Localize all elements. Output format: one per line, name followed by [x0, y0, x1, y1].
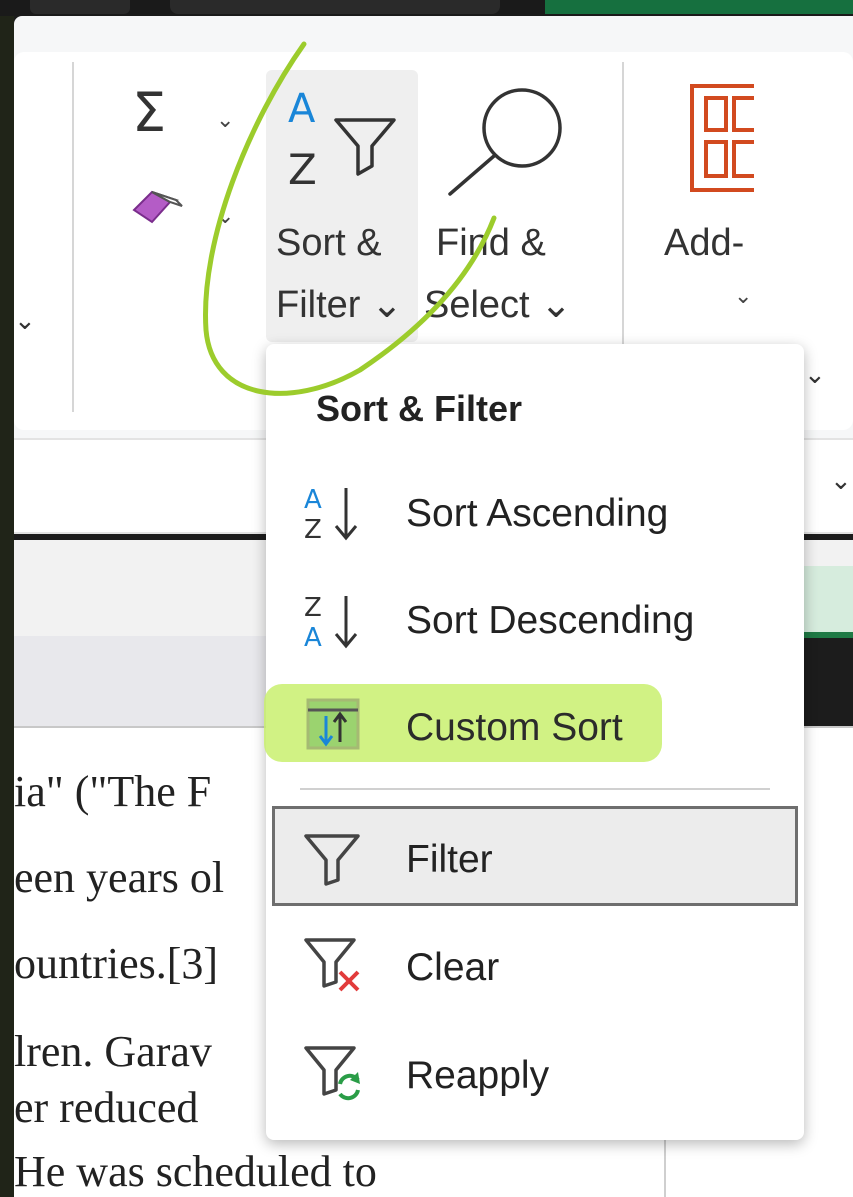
sort-ascending-icon: A Z [304, 485, 358, 544]
svg-text:Z: Z [304, 515, 322, 544]
window-edge [0, 0, 14, 1197]
cell-text: He was scheduled to [14, 1147, 377, 1196]
menu-item-sort-ascending[interactable]: Sort Ascending [406, 494, 668, 533]
ribbon-group-separator [72, 62, 74, 412]
addins-label[interactable]: Add- [664, 224, 744, 262]
custom-sort-icon [306, 698, 360, 750]
reapply-filter-icon [304, 1046, 360, 1101]
autosum-sigma-icon[interactable]: Σ [132, 86, 166, 140]
find-select-label[interactable]: Find & [436, 224, 546, 262]
svg-text:Z: Z [304, 593, 322, 623]
menu-item-sort-descending[interactable]: Sort Descending [406, 601, 694, 640]
row-header [14, 636, 274, 728]
cell-text: een years ol [14, 853, 225, 902]
expand-formula-bar-icon[interactable]: ⌄ [830, 466, 852, 496]
eraser-icon[interactable] [130, 188, 186, 228]
menu-item-filter-label[interactable]: Filter [406, 840, 493, 879]
chevron-down-icon[interactable]: ⌄ [14, 306, 36, 336]
addins-icon[interactable] [688, 82, 754, 194]
menu-item-clear[interactable]: Clear [406, 948, 499, 987]
sort-filter-label: Filter ⌄ [276, 284, 403, 326]
cell-text: ountries.[3] [14, 939, 219, 988]
sort-filter-icon: A Z [288, 86, 396, 194]
svg-text:Z: Z [288, 145, 317, 194]
svg-text:A: A [304, 485, 322, 515]
menu-item-reapply[interactable]: Reapply [406, 1056, 549, 1095]
ribbon-group-separator [622, 62, 624, 352]
magnifier-icon[interactable] [438, 84, 568, 200]
sort-filter-label: Sort & [276, 222, 382, 264]
sort-descending-icon: Z A [304, 593, 358, 652]
title-bar-accent [545, 0, 853, 14]
search-box[interactable] [170, 0, 500, 14]
menu-separator [300, 788, 770, 790]
cell-text: er reduced [14, 1083, 199, 1132]
group-launcher-icon[interactable]: ⌄ [804, 360, 826, 390]
menu-title: Sort & Filter [316, 388, 523, 429]
selected-column-header[interactable] [804, 566, 853, 638]
addins-dropdown[interactable]: ⌄ [734, 284, 752, 309]
title-bar-control[interactable] [30, 0, 130, 14]
menu-item-custom-sort[interactable]: Custom Sort [406, 708, 623, 747]
clear-filter-icon [304, 938, 360, 992]
autosum-dropdown[interactable]: ⌄ [216, 108, 234, 133]
svg-text:A: A [288, 86, 316, 132]
clear-dropdown[interactable]: ⌄ [216, 204, 234, 229]
cell-text: lren. Garav [14, 1027, 212, 1076]
filter-icon [304, 834, 360, 886]
find-select-label[interactable]: Select ⌄ [424, 286, 572, 324]
cell-text: ia" ("The F [14, 767, 212, 816]
svg-text:A: A [304, 623, 322, 652]
